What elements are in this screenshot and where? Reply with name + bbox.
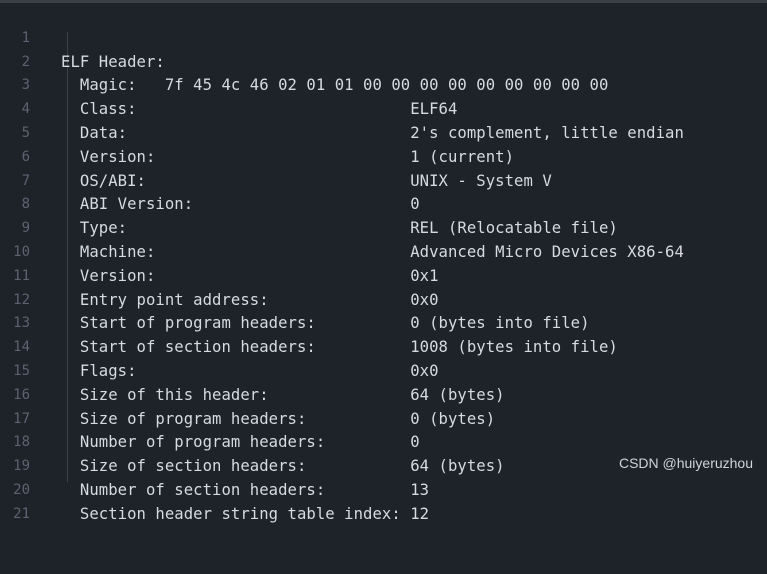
code-view[interactable]: 1 ELF Header: 2 Magic: 7f 45 4c 46 02 01… <box>0 3 767 523</box>
code-line: 15 Size of this header: 64 (bytes) <box>0 336 767 404</box>
code-line: 9 Machine: Advanced Micro Devices X86-64 <box>0 193 767 261</box>
code-line: 18 Size of section headers: 64 (bytes) <box>0 408 767 475</box>
code-line: 3 Class: ELF64 <box>0 51 767 118</box>
code-line: 11 Entry point address: 0x0 <box>0 241 767 309</box>
code-line: 8 Type: REL (Relocatable file) <box>0 170 767 237</box>
code-line: 12 Start of program headers: 0 (bytes in… <box>0 265 767 333</box>
line-number: 21 <box>13 505 30 522</box>
code-line: 6 OS/ABI: UNIX - System V <box>0 122 767 190</box>
code-line: 17 Number of program headers: 0 <box>0 384 767 452</box>
line-text: Section header string table index: 12 <box>61 504 430 523</box>
code-line: 13 Start of section headers: 1008 (bytes… <box>0 289 767 356</box>
code-line: 10 Version: 0x1 <box>0 217 767 285</box>
code-line: 7 ABI Version: 0 <box>0 146 767 214</box>
code-line: 14 Flags: 0x0 <box>0 312 767 380</box>
watermark: CSDN @huiyeruzhou <box>618 455 753 471</box>
code-line: 16 Size of program headers: 0 (bytes) <box>0 360 767 428</box>
code-line: 2 Magic: 7f 45 4c 46 02 01 01 00 00 00 0… <box>0 27 767 95</box>
code-line: 4 Data: 2's complement, little endian <box>0 74 767 142</box>
code-line: 19 Number of section headers: 13 <box>0 431 767 499</box>
code-line: 5 Version: 1 (current) <box>0 98 767 166</box>
code-line: 1 ELF Header: <box>0 3 767 71</box>
